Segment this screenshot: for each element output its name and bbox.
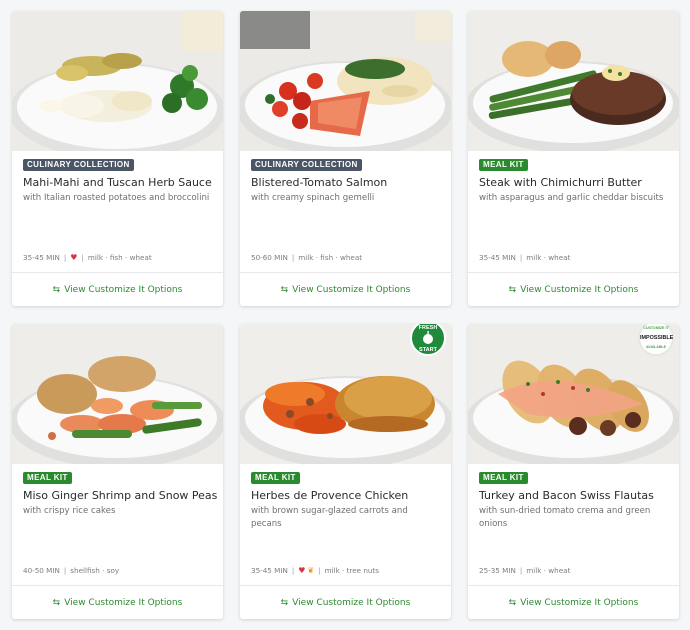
meal-photo[interactable] — [12, 11, 223, 151]
meal-card[interactable]: MEAL KIT Steak with Chimichurri Butter w… — [468, 11, 679, 306]
prep-time: 25-35 MIN — [479, 566, 516, 575]
heart-icon: ♥ — [298, 566, 306, 575]
meal-card[interactable]: CUSTOMIZE IT IMPOSSIBLE AVAILABLE MEAL K… — [468, 324, 679, 619]
allergens: shellfish · soy — [70, 566, 120, 575]
category-badge: MEAL KIT — [251, 472, 300, 484]
meal-photo[interactable] — [468, 11, 679, 151]
meal-meta: 35-45 MIN | ♥ ❦ | milk · tree nuts — [251, 566, 379, 575]
allergens: milk · fish · wheat — [87, 253, 152, 262]
prep-time: 35-45 MIN — [479, 253, 516, 262]
cta-label: View Customize It Options — [292, 284, 411, 295]
sticker-text: AVAILABLE — [645, 345, 667, 349]
meal-meta: 35-45 MIN | ♥ | milk · fish · wheat — [23, 253, 152, 262]
cta-label: View Customize It Options — [64, 597, 183, 608]
meal-title[interactable]: Steak with Chimichurri Butter — [479, 176, 671, 189]
separator: | — [63, 566, 67, 575]
swap-arrows-icon: ⇆ — [280, 284, 289, 295]
meal-title[interactable]: Miso Ginger Shrimp and Snow Peas — [23, 489, 217, 502]
customize-options-link[interactable]: ⇆ View Customize It Options — [468, 586, 679, 619]
category-badge: CULINARY COLLECTION — [23, 159, 134, 171]
allergens: milk · wheat — [526, 566, 571, 575]
meal-card[interactable]: FRESH START MEAL KIT Herbes de Provence … — [240, 324, 451, 619]
meal-title[interactable]: Blistered-Tomato Salmon — [251, 176, 443, 189]
category-badge: MEAL KIT — [479, 159, 528, 171]
category-badge: MEAL KIT — [23, 472, 72, 484]
meal-title[interactable]: Turkey and Bacon Swiss Flautas — [479, 489, 671, 502]
customize-options-link[interactable]: ⇆ View Customize It Options — [468, 273, 679, 306]
prep-time: 50-60 MIN — [251, 253, 288, 262]
meal-meta: 50-60 MIN | milk · fish · wheat — [251, 253, 362, 262]
separator: | — [63, 253, 67, 262]
meal-title[interactable]: Mahi-Mahi and Tuscan Herb Sauce — [23, 176, 215, 189]
meal-meta: 40-50 MIN | shellfish · soy — [23, 566, 119, 575]
separator: | — [291, 253, 295, 262]
meal-subtitle: with Italian roasted potatoes and brocco… — [23, 193, 210, 203]
heart-icon: ♥ — [70, 253, 78, 262]
prep-time: 35-45 MIN — [23, 253, 60, 262]
meal-card[interactable]: MEAL KIT Miso Ginger Shrimp and Snow Pea… — [12, 324, 223, 619]
meal-subtitle: with crispy rice cakes — [23, 506, 116, 516]
sticker-text: CUSTOMIZE IT — [643, 326, 669, 330]
meal-subtitle: with asparagus and garlic cheddar biscui… — [479, 193, 664, 203]
cta-label: View Customize It Options — [520, 597, 639, 608]
meal-photo[interactable] — [12, 324, 223, 464]
prep-time: 40-50 MIN — [23, 566, 60, 575]
customize-options-link[interactable]: ⇆ View Customize It Options — [12, 273, 223, 306]
meal-subtitle: with creamy spinach gemelli — [251, 193, 375, 203]
separator: | — [291, 566, 295, 575]
prep-time: 35-45 MIN — [251, 566, 288, 575]
allergens: milk · fish · wheat — [298, 253, 363, 262]
meal-subtitle: with sun-dried tomato crema and green on… — [479, 506, 651, 529]
meal-subtitle: with brown sugar-glazed carrots and peca… — [251, 506, 408, 529]
swap-arrows-icon: ⇆ — [280, 597, 289, 608]
cta-label: View Customize It Options — [520, 284, 639, 295]
separator: | — [81, 253, 84, 262]
separator: | — [318, 566, 321, 575]
cta-label: View Customize It Options — [292, 597, 411, 608]
meal-meta: 35-45 MIN | milk · wheat — [479, 253, 570, 262]
category-badge: CULINARY COLLECTION — [251, 159, 362, 171]
customize-options-link[interactable]: ⇆ View Customize It Options — [240, 586, 451, 619]
meal-meta: 25-35 MIN | milk · wheat — [479, 566, 570, 575]
fresh-start-sticker: FRESH START — [410, 324, 446, 356]
sticker-text: FRESH — [418, 325, 438, 331]
sticker-text: START — [419, 347, 437, 353]
cta-label: View Customize It Options — [64, 284, 183, 295]
swap-arrows-icon: ⇆ — [508, 597, 517, 608]
meal-title[interactable]: Herbes de Provence Chicken — [251, 489, 443, 502]
allergens: milk · wheat — [526, 253, 571, 262]
wheat-free-icon: ❦ — [307, 566, 315, 575]
swap-arrows-icon: ⇆ — [52, 284, 61, 295]
meal-photo[interactable] — [240, 11, 451, 151]
meal-card[interactable]: CULINARY COLLECTION Blistered-Tomato Sal… — [240, 11, 451, 306]
meal-card[interactable]: CULINARY COLLECTION Mahi-Mahi and Tuscan… — [12, 11, 223, 306]
sticker-text: IMPOSSIBLE — [640, 335, 674, 341]
separator: | — [519, 566, 523, 575]
allergens: milk · tree nuts — [324, 566, 380, 575]
customize-options-link[interactable]: ⇆ View Customize It Options — [240, 273, 451, 306]
swap-arrows-icon: ⇆ — [508, 284, 517, 295]
customize-options-link[interactable]: ⇆ View Customize It Options — [12, 586, 223, 619]
swap-arrows-icon: ⇆ — [52, 597, 61, 608]
separator: | — [519, 253, 523, 262]
category-badge: MEAL KIT — [479, 472, 528, 484]
